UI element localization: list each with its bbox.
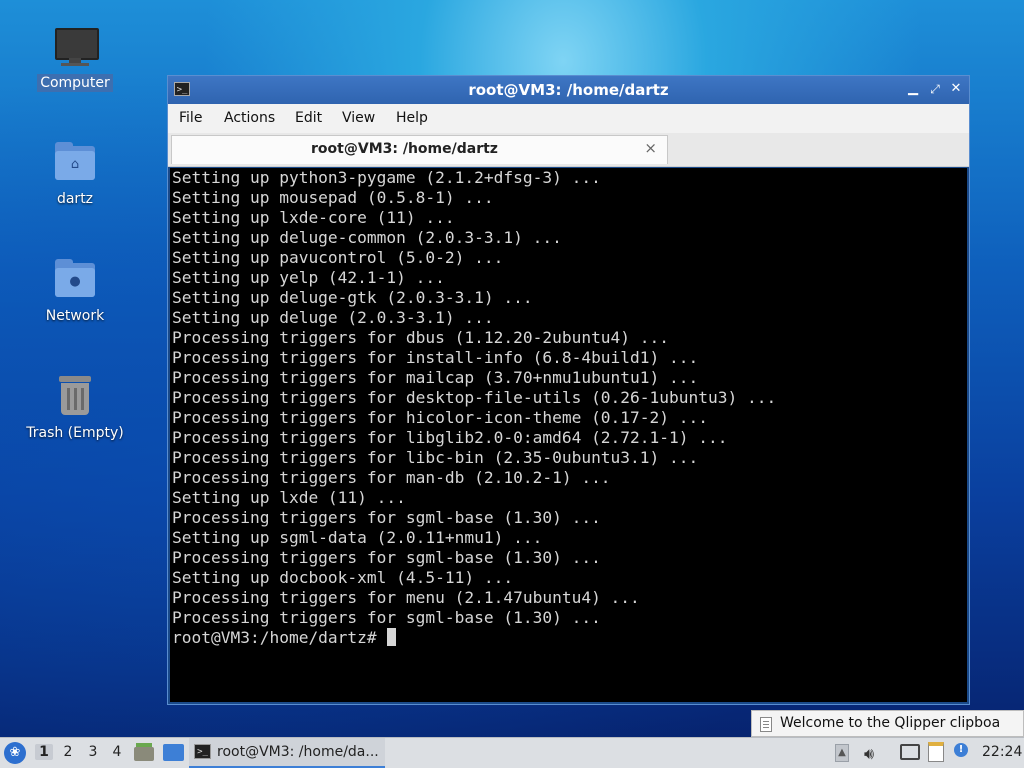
terminal-line: Processing triggers for hicolor-icon-the… xyxy=(172,408,709,427)
terminal-output[interactable]: Setting up python3-pygame (2.1.2+dfsg-3)… xyxy=(170,168,967,702)
taskbar-task-terminal[interactable]: >_ root@VM3: /home/da... xyxy=(189,738,385,768)
terminal-line: Processing triggers for desktop-file-uti… xyxy=(172,388,777,407)
terminal-line: Processing triggers for install-info (6.… xyxy=(172,348,699,367)
terminal-window[interactable]: >_ root@VM3: /home/dartz ▁ ⤢ ✕ File Acti… xyxy=(167,75,970,705)
terminal-line: Setting up lxde (11) ... xyxy=(172,488,406,507)
terminal-line: Setting up deluge (2.0.3-3.1) ... xyxy=(172,308,494,327)
desktop-icon-label: Computer xyxy=(37,74,113,92)
terminal-line: Processing triggers for man-db (2.10.2-1… xyxy=(172,468,611,487)
tab-bar: root@VM3: /home/dartz × xyxy=(168,133,969,167)
menu-edit[interactable]: Edit xyxy=(295,110,322,126)
desktop-icon-computer[interactable]: Computer xyxy=(20,22,130,92)
menu-view[interactable]: View xyxy=(342,110,375,126)
minimize-button[interactable]: ▁ xyxy=(904,80,922,98)
notification-text: Welcome to the Qlipper clipboa xyxy=(780,715,1001,731)
terminal-line: Setting up sgml-data (2.0.11+nmu1) ... xyxy=(172,528,543,547)
terminal-line: Processing triggers for sgml-base (1.30)… xyxy=(172,608,601,627)
terminal-task-icon: >_ xyxy=(194,744,211,759)
terminal-line: Setting up lxde-core (11) ... xyxy=(172,208,455,227)
clock[interactable]: 22:24 xyxy=(982,744,1022,760)
terminal-line: Processing triggers for mailcap (3.70+nm… xyxy=(172,368,699,387)
network-folder-icon: ● xyxy=(51,255,99,303)
close-button[interactable]: ✕ xyxy=(947,80,965,98)
menu-actions[interactable]: Actions xyxy=(224,110,275,126)
tab-close-icon[interactable]: × xyxy=(644,139,657,157)
desktop-icon-trash[interactable]: Trash (Empty) xyxy=(20,372,130,442)
desktop-switch-4[interactable]: 4 xyxy=(108,744,126,760)
task-label: root@VM3: /home/da... xyxy=(217,744,379,760)
window-titlebar[interactable]: >_ root@VM3: /home/dartz ▁ ⤢ ✕ xyxy=(168,76,969,104)
terminal-line: Setting up python3-pygame (2.1.2+dfsg-3)… xyxy=(172,168,601,187)
terminal-line: Setting up pavucontrol (5.0-2) ... xyxy=(172,248,504,267)
desktop-switch-3[interactable]: 3 xyxy=(84,744,102,760)
network-status-icon[interactable] xyxy=(900,744,920,760)
desktop-switch-1[interactable]: 1 xyxy=(35,744,53,760)
prompt-text: root@VM3:/home/dartz# xyxy=(172,628,387,647)
trash-icon xyxy=(51,372,99,420)
volume-icon[interactable]: 🔊︎ xyxy=(864,744,874,764)
taskbar: ❀ 1 2 3 4 >_ root@VM3: /home/da... ▲ 🔊︎ … xyxy=(0,737,1024,768)
home-folder-icon: ⌂ xyxy=(51,138,99,186)
tab-label: root@VM3: /home/dartz xyxy=(311,141,498,157)
terminal-line: Processing triggers for libc-bin (2.35-0… xyxy=(172,448,699,467)
clipboard-tray-icon[interactable] xyxy=(928,742,944,762)
desktop-icon-label: Network xyxy=(45,308,105,324)
desktop-switch-2[interactable]: 2 xyxy=(59,744,77,760)
tray-expand-icon[interactable]: ▲ xyxy=(835,744,849,762)
computer-icon xyxy=(51,22,99,70)
window-title: root@VM3: /home/dartz xyxy=(468,81,669,99)
desktop-icon-label: dartz xyxy=(56,191,94,207)
show-desktop-icon[interactable] xyxy=(163,744,184,761)
desktop-icon-home-folder[interactable]: ⌂ dartz xyxy=(20,138,130,208)
terminal-line: Processing triggers for libglib2.0-0:amd… xyxy=(172,428,728,447)
desktop-icon-network[interactable]: ● Network xyxy=(20,255,130,325)
terminal-line: Processing triggers for menu (2.1.47ubun… xyxy=(172,588,640,607)
prompt-line: root@VM3:/home/dartz# xyxy=(170,628,967,648)
terminal-line: Setting up yelp (42.1-1) ... xyxy=(172,268,445,287)
clipboard-icon xyxy=(760,717,772,732)
terminal-tab[interactable]: root@VM3: /home/dartz × xyxy=(171,135,668,164)
menu-file[interactable]: File xyxy=(179,110,202,126)
terminal-line: Setting up deluge-common (2.0.3-3.1) ... xyxy=(172,228,562,247)
update-notifier-icon[interactable]: ! xyxy=(954,743,968,757)
maximize-button[interactable]: ⤢ xyxy=(926,80,944,98)
terminal-line: Processing triggers for sgml-base (1.30)… xyxy=(172,548,601,567)
desktop-icon-label: Trash (Empty) xyxy=(26,425,124,441)
terminal-line: Processing triggers for sgml-base (1.30)… xyxy=(172,508,601,527)
start-menu-icon[interactable]: ❀ xyxy=(4,742,26,764)
terminal-line: Setting up mousepad (0.5.8-1) ... xyxy=(172,188,494,207)
terminal-line: Setting up deluge-gtk (2.0.3-3.1) ... xyxy=(172,288,533,307)
text-cursor xyxy=(387,628,397,646)
menubar: File Actions Edit View Help xyxy=(168,104,969,134)
file-manager-launcher-icon[interactable] xyxy=(134,743,154,761)
menu-help[interactable]: Help xyxy=(396,110,428,126)
terminal-line: Setting up docbook-xml (4.5-11) ... xyxy=(172,568,514,587)
terminal-line: Processing triggers for dbus (1.12.20-2u… xyxy=(172,328,670,347)
clipboard-notification[interactable]: Welcome to the Qlipper clipboa xyxy=(751,710,1024,737)
